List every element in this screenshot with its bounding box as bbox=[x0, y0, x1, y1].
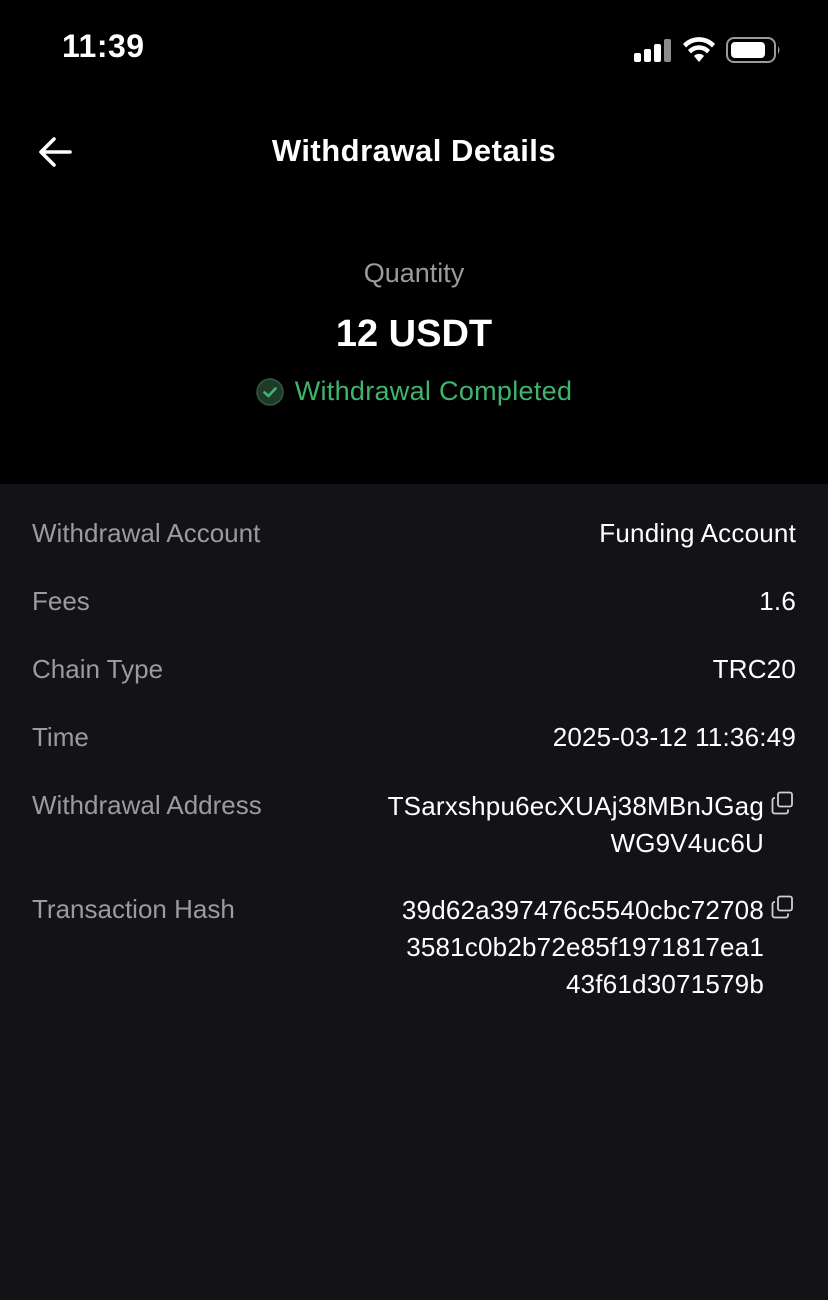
battery-icon bbox=[726, 37, 780, 63]
detail-label: Transaction Hash bbox=[32, 894, 235, 924]
status-badge: Withdrawal Completed bbox=[294, 376, 573, 406]
address-line: TSarxshpu6ecXUAj38MBnJGag bbox=[387, 791, 764, 821]
hash-line: 39d62a397476c5540cbc72708 bbox=[401, 895, 764, 925]
detail-value: Funding Account bbox=[599, 518, 796, 548]
detail-value: 1.6 bbox=[759, 586, 796, 616]
detail-label: Withdrawal Account bbox=[32, 518, 261, 548]
address-line: WG9V4uc6U bbox=[610, 828, 764, 858]
copy-hash-button[interactable] bbox=[770, 894, 796, 920]
detail-label: Time bbox=[32, 722, 89, 752]
hash-line: 43f61d3071579b bbox=[565, 969, 764, 999]
copy-icon bbox=[771, 791, 793, 815]
page-title: Withdrawal Details bbox=[271, 133, 557, 168]
detail-label: Withdrawal Address bbox=[32, 790, 262, 820]
detail-value: TRC20 bbox=[712, 654, 796, 684]
copy-icon bbox=[771, 895, 793, 919]
quantity-value: 12 USDT bbox=[335, 313, 493, 355]
detail-value: 2025-03-12 11:36:49 bbox=[552, 722, 796, 752]
detail-label: Fees bbox=[32, 586, 90, 616]
section-divider bbox=[0, 460, 828, 484]
withdrawal-address-value: TSarxshpu6ecXUAj38MBnJGag WG9V4uc6U bbox=[388, 788, 764, 862]
cellular-signal-icon bbox=[634, 36, 672, 64]
quantity-label: Quantity bbox=[363, 258, 465, 288]
wifi-icon bbox=[683, 37, 715, 62]
withdrawal-status: Withdrawal Completed bbox=[0, 376, 828, 407]
detail-label: Chain Type bbox=[32, 654, 164, 684]
status-bar-time: 11:39 bbox=[62, 28, 145, 64]
transaction-hash-value: 39d62a397476c5540cbc72708 3581c0b2b72e85… bbox=[402, 892, 764, 1003]
status-bar-icons bbox=[634, 36, 794, 64]
check-circle-icon bbox=[255, 377, 284, 406]
hash-line: 3581c0b2b72e85f1971817ea1 bbox=[406, 932, 764, 962]
copy-address-button[interactable] bbox=[770, 790, 796, 816]
